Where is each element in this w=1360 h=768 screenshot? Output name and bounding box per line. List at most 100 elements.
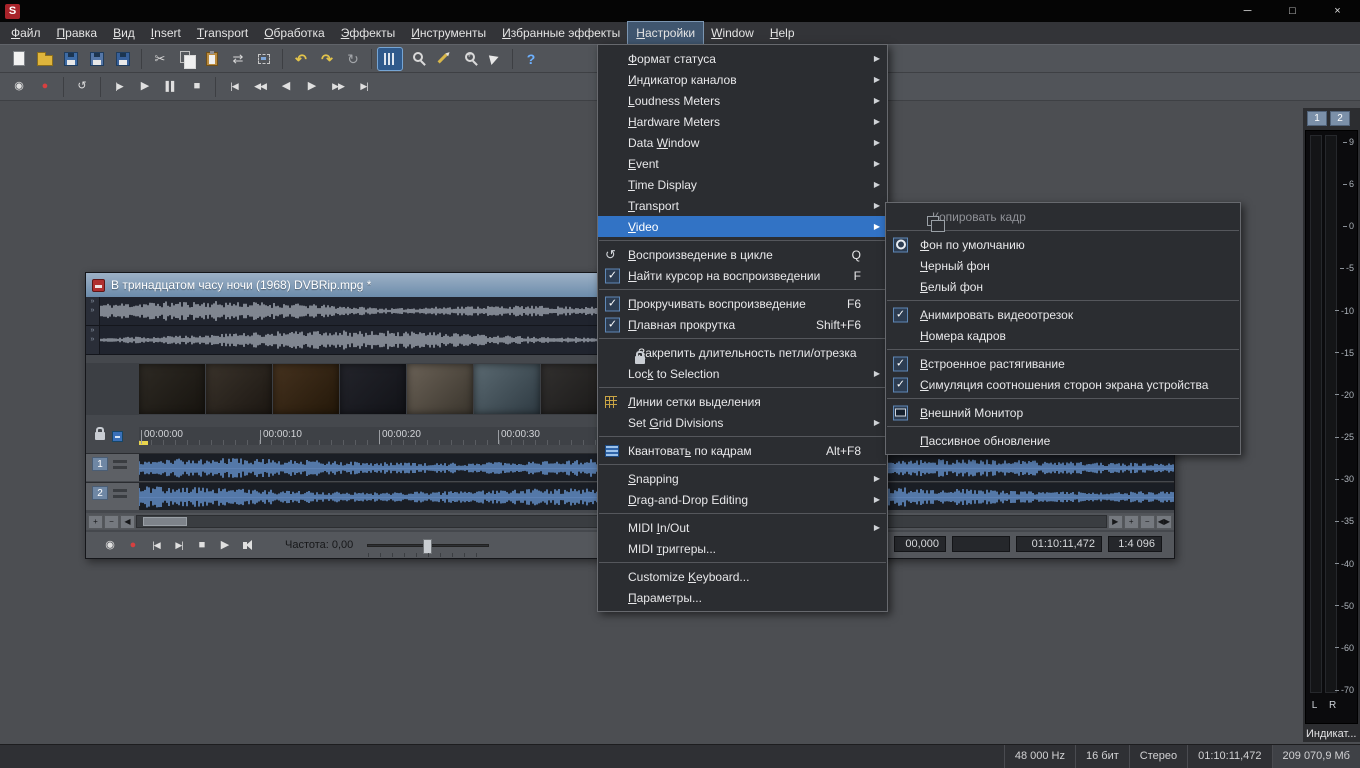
menu-item-time-display[interactable]: Time Display▶ [598, 174, 887, 195]
video-frame[interactable] [340, 364, 406, 414]
meter-channel-button-1[interactable]: 1 [1307, 111, 1327, 126]
scroll-right-button[interactable]: ▶ [1108, 515, 1123, 529]
menu-item-simulate-device-aspect-ratio[interactable]: Симуляция соотношения сторон экрана устр… [886, 374, 1240, 395]
meter-channel-button-2[interactable]: 2 [1330, 111, 1350, 126]
menubar-item-options[interactable]: Настройки [628, 22, 703, 44]
edit-tool-button[interactable] [378, 48, 402, 70]
video-frame[interactable] [139, 364, 205, 414]
menu-item-external-monitor[interactable]: Внешний Монитор [886, 402, 1240, 423]
menubar-item-insert[interactable]: Insert [143, 22, 189, 44]
menu-item-set-grid-divisions[interactable]: Set Grid Divisions▶ [598, 412, 887, 433]
menu-item-status-format[interactable]: Формат статуса▶ [598, 48, 887, 69]
menu-item-midi-triggers[interactable]: MIDI триггеры... [598, 538, 887, 559]
menubar-item-effects[interactable]: Эффекты [333, 22, 404, 44]
audio-monitor-button[interactable] [238, 536, 258, 554]
video-frame[interactable] [206, 364, 272, 414]
envelope-tool-button[interactable] [482, 48, 506, 70]
pencil-tool-button[interactable] [430, 48, 454, 70]
menu-item-midi-in-out[interactable]: MIDI In/Out▶ [598, 517, 887, 538]
stop-button[interactable]: ■ [185, 76, 209, 98]
help-button[interactable]: ? [519, 48, 543, 70]
zoom-selection-tool-button[interactable] [404, 48, 428, 70]
scrollbar-thumb[interactable] [143, 517, 187, 526]
cut-button[interactable]: ✂ [148, 48, 172, 70]
forward-fast-button[interactable]: ▶▶ [326, 76, 350, 98]
video-frame[interactable] [407, 364, 473, 414]
magnify-tool-button[interactable] [456, 48, 480, 70]
pane-splitter-button[interactable]: ◀▶ [1156, 515, 1172, 529]
menu-item-snapping[interactable]: Snapping▶ [598, 468, 887, 489]
copy-button[interactable] [174, 48, 198, 70]
rewind-fast-button[interactable]: ◀◀ [248, 76, 272, 98]
menubar-item-process[interactable]: Обработка [256, 22, 333, 44]
menu-item-customize-keyboard[interactable]: Customize Keyboard... [598, 566, 887, 587]
menu-item-smooth-scroll[interactable]: Плавная прокруткаShift+F6 [598, 314, 887, 335]
menu-item-loop-playback[interactable]: Воспроизведение в циклеQ [598, 244, 887, 265]
rate-slider-thumb[interactable] [423, 539, 432, 554]
close-button[interactable]: × [1315, 0, 1360, 22]
render-as-button[interactable] [111, 48, 135, 70]
menu-item-frame-numbers[interactable]: Номера кадров [886, 325, 1240, 346]
menu-item-transport[interactable]: Transport▶ [598, 195, 887, 216]
paste-button[interactable] [200, 48, 224, 70]
menu-item-hardware-meters[interactable]: Hardware Meters▶ [598, 111, 887, 132]
menu-item-default-background[interactable]: Фон по умолчанию [886, 234, 1240, 255]
lock-icon[interactable] [95, 432, 105, 440]
video-frame[interactable] [474, 364, 540, 414]
redo-button[interactable]: ↷ [315, 48, 339, 70]
go-to-start-button[interactable]: |◀ [222, 76, 246, 98]
menu-item-selection-grid-lines[interactable]: Линии сетки выделения [598, 391, 887, 412]
minimize-button[interactable]: ─ [1225, 0, 1270, 22]
pause-button[interactable]: ▌▌ [159, 76, 183, 98]
menubar-item-view[interactable]: Вид [105, 22, 143, 44]
menu-item-built-in-stretching[interactable]: Встроенное растягивание [886, 353, 1240, 374]
forward-button[interactable]: ▶ [300, 76, 324, 98]
menu-item-find-cursor-on-play[interactable]: Найти курсор на воспроизведенииF [598, 265, 887, 286]
new-file-button[interactable] [7, 48, 31, 70]
rate-slider[interactable] [367, 544, 489, 547]
menu-item-event[interactable]: Event▶ [598, 153, 887, 174]
mix-button[interactable]: ⇄ [226, 48, 250, 70]
loop-playback-button[interactable]: ↺ [70, 76, 94, 98]
menu-item-lock-loop-length[interactable]: Закрепить длительность петли/отрезка [598, 342, 887, 363]
menu-item-loudness-meters[interactable]: Loudness Meters▶ [598, 90, 887, 111]
menubar-item-tools[interactable]: Инструменты [403, 22, 494, 44]
menu-item-channel-meters[interactable]: Индикатор каналов▶ [598, 69, 887, 90]
menu-item-quantize-to-frames[interactable]: Квантовать по кадрамAlt+F8 [598, 440, 887, 461]
track-header-2[interactable]: 2 [86, 483, 139, 510]
go-to-start-button[interactable]: |◀ [146, 536, 166, 554]
stop-button[interactable]: ■ [192, 536, 212, 554]
menu-item-preferences[interactable]: Параметры... [598, 587, 887, 608]
undo-button[interactable]: ↶ [289, 48, 313, 70]
snap-icon[interactable] [112, 431, 123, 442]
zoom-out-time-button[interactable]: − [1140, 515, 1155, 529]
track-fader[interactable] [113, 460, 127, 463]
record-button[interactable]: ● [123, 536, 143, 554]
record-button[interactable]: ● [33, 76, 57, 98]
play-button[interactable]: ▶ [215, 536, 235, 554]
menu-item-passive-update[interactable]: Пассивное обновление [886, 430, 1240, 451]
menu-item-white-background[interactable]: Белый фон [886, 276, 1240, 297]
zoom-out-button[interactable]: − [104, 515, 119, 529]
menu-item-drag-drop-editing[interactable]: Drag-and-Drop Editing▶ [598, 489, 887, 510]
menubar-item-edit[interactable]: Правка [49, 22, 106, 44]
menubar-item-help[interactable]: Help [762, 22, 803, 44]
track-fader[interactable] [113, 489, 127, 492]
loop-record-button[interactable]: ◉ [100, 536, 120, 554]
menu-item-data-window[interactable]: Data Window▶ [598, 132, 887, 153]
save-button[interactable] [59, 48, 83, 70]
save-as-button[interactable] [85, 48, 109, 70]
repeat-button[interactable]: ↻ [341, 48, 365, 70]
meter-panel-caption[interactable]: Индикат... [1303, 726, 1360, 742]
menu-item-scroll-playback[interactable]: Прокручивать воспроизведениеF6 [598, 293, 887, 314]
menu-item-video[interactable]: Video▶ [598, 216, 887, 237]
menu-item-lock-to-selection[interactable]: Lock to Selection▶ [598, 363, 887, 384]
go-to-end-button[interactable]: ▶| [352, 76, 376, 98]
menubar-item-transport[interactable]: Transport [189, 22, 256, 44]
menubar-item-file[interactable]: Файл [3, 22, 49, 44]
track-header-1[interactable]: 1 [86, 454, 139, 481]
play-all-button[interactable]: |▶ [107, 76, 131, 98]
go-to-end-button[interactable]: ▶| [169, 536, 189, 554]
maximize-button[interactable]: □ [1270, 0, 1315, 22]
menubar-item-window[interactable]: Window [703, 22, 762, 44]
